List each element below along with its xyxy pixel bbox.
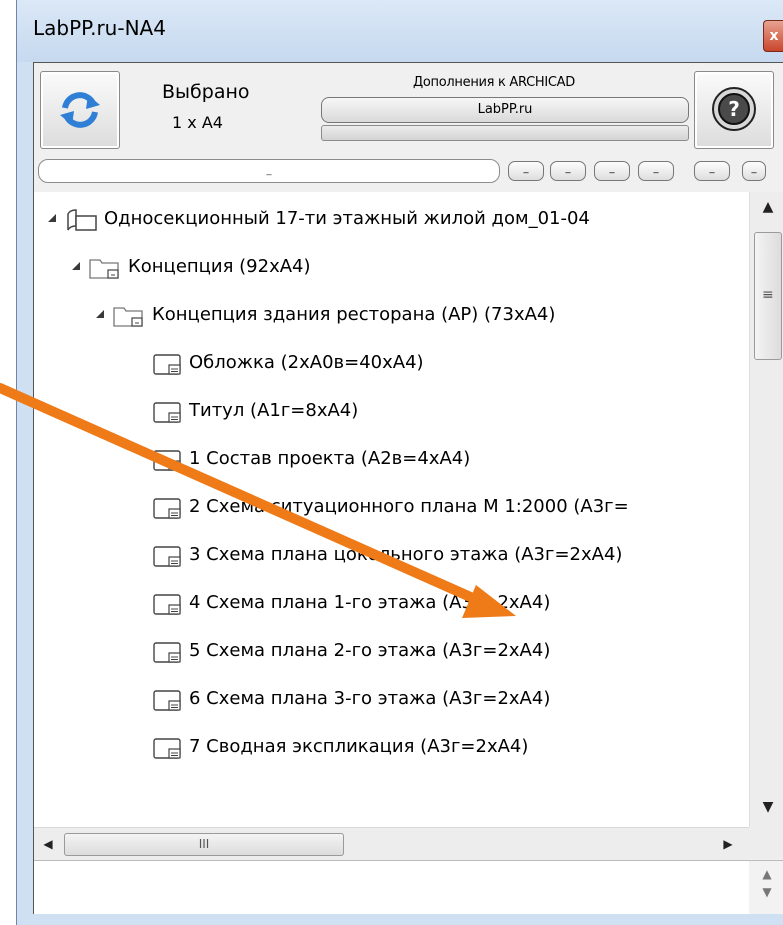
tree-row-layout[interactable]: 5 Схема плана 2-го этажа (A3г=2xA4) xyxy=(34,627,749,675)
close-button[interactable]: x xyxy=(763,20,783,52)
tree-row-layout[interactable]: Обложка (2xA0в=40xA4) xyxy=(34,339,749,387)
subset-folder-icon xyxy=(89,259,119,279)
tree-horizontal-scrollbar[interactable]: ◀ III ▶ xyxy=(34,827,749,860)
message-vertical-scrollbar[interactable]: ▲ ▼ xyxy=(749,861,783,914)
help-button[interactable]: ? xyxy=(694,71,774,149)
scroll-up-arrow-icon[interactable]: ▲ xyxy=(749,867,783,881)
title-bar[interactable]: LabPP.ru-NA4 x xyxy=(17,0,783,62)
layout-book-icon xyxy=(67,209,97,231)
toolbar: Выбрано 1 x A4 Дополнения к ARCHICAD Lab… xyxy=(34,63,783,191)
tree-item-label: Концепция (92xA4) xyxy=(128,256,311,277)
selected-label: Выбрано xyxy=(162,81,250,103)
addons-label: Дополнения к ARCHICAD xyxy=(413,75,575,90)
tree-item-label: Односекционный 17-ти этажный жилой дом_0… xyxy=(104,208,590,229)
message-area[interactable]: ▲ ▼ xyxy=(34,860,783,914)
horizontal-scroll-thumb[interactable]: III xyxy=(64,833,344,856)
svg-text:?: ? xyxy=(728,97,740,121)
tree-row-layout[interactable]: 2 Схема ситуационного плана М 1:2000 (A3… xyxy=(34,483,749,531)
tree-row-layout[interactable]: 1 Состав проекта (A2в=4xA4) xyxy=(34,435,749,483)
layout-sheet-icon xyxy=(153,498,181,519)
scroll-down-arrow-icon[interactable]: ▼ xyxy=(750,792,783,822)
layout-tree: Односекционный 17-ти этажный жилой дом_0… xyxy=(34,192,749,827)
expand-arrow-icon[interactable] xyxy=(96,310,104,318)
tree-item-label: Обложка (2xA0в=40xA4) xyxy=(189,352,424,373)
grip-icon: ≡ xyxy=(762,287,774,303)
scrollbar-corner xyxy=(749,827,783,859)
app-window: LabPP.ru-NA4 x Выбрано 1 x A4 Дополнения… xyxy=(16,0,783,925)
labpp-button[interactable]: LabPP.ru xyxy=(321,97,689,123)
layout-sheet-icon xyxy=(153,642,181,663)
tree-item-label: 5 Схема плана 2-го этажа (A3г=2xA4) xyxy=(189,640,551,661)
mini-button-4[interactable]: _ xyxy=(638,161,674,181)
vertical-scroll-thumb[interactable]: ≡ xyxy=(754,232,782,360)
refresh-icon xyxy=(60,92,100,128)
layout-sheet-icon xyxy=(153,738,181,759)
tree-row-layout[interactable]: 4 Схема плана 1-го этажа (A3г=2xA4) xyxy=(34,579,749,627)
layout-sheet-icon xyxy=(153,546,181,567)
tree-item-label: 1 Состав проекта (A2в=4xA4) xyxy=(189,448,471,469)
layout-sheet-icon xyxy=(153,450,181,471)
tree-row-layout[interactable]: 6 Схема плана 3-го этажа (A3г=2xA4) xyxy=(34,675,749,723)
expand-arrow-icon[interactable] xyxy=(72,262,80,270)
expand-arrow-icon[interactable] xyxy=(48,214,56,222)
path-field[interactable]: _ xyxy=(38,159,500,183)
tree-row-subset[interactable]: Концепция (92xA4) xyxy=(34,243,749,291)
layout-sheet-icon xyxy=(153,690,181,711)
mini-button-3[interactable]: _ xyxy=(594,161,630,181)
tree-item-label: Титул (A1г=8xA4) xyxy=(189,400,359,421)
palette-body: Выбрано 1 x A4 Дополнения к ARCHICAD Lab… xyxy=(33,62,783,914)
scroll-right-arrow-icon[interactable]: ▶ xyxy=(714,828,742,860)
scroll-up-arrow-icon[interactable]: ▲ xyxy=(750,192,783,222)
subset-folder-icon xyxy=(113,307,143,327)
tree-item-label: 7 Сводная экспликация (A3г=2xA4) xyxy=(189,736,529,757)
mini-button-5[interactable]: _ xyxy=(694,161,730,181)
layout-sheet-icon xyxy=(153,402,181,423)
mini-button-2[interactable]: _ xyxy=(550,161,586,181)
help-icon: ? xyxy=(712,87,756,131)
window-title: LabPP.ru-NA4 xyxy=(33,16,166,40)
tree-row-layout[interactable]: 3 Схема плана цокольного этажа (A3г=2xA4… xyxy=(34,531,749,579)
scroll-left-arrow-icon[interactable]: ◀ xyxy=(34,828,62,860)
layout-sheet-icon xyxy=(153,594,181,615)
tree-row-layout[interactable]: 7 Сводная экспликация (A3г=2xA4) xyxy=(34,723,749,771)
tree-item-label: 6 Схема плана 3-го этажа (A3г=2xA4) xyxy=(189,688,551,709)
tree-item-label: 3 Схема плана цокольного этажа (A3г=2xA4… xyxy=(189,544,623,565)
scroll-down-arrow-icon[interactable]: ▼ xyxy=(749,885,783,899)
layout-sheet-icon xyxy=(153,354,181,375)
tree-item-label: 2 Схема ситуационного плана М 1:2000 (A3… xyxy=(189,496,629,517)
progress-bar xyxy=(321,125,689,141)
tree-row-subset[interactable]: Концепция здания ресторана (АР) (73xA4) xyxy=(34,291,749,339)
tree-vertical-scrollbar[interactable]: ▲ ≡ ▼ xyxy=(749,192,783,827)
mini-button-1[interactable]: _ xyxy=(508,161,544,181)
tree-row-layout[interactable]: Титул (A1г=8xA4) xyxy=(34,387,749,435)
mini-button-6[interactable]: _ xyxy=(742,161,766,181)
tree-item-label: 4 Схема плана 1-го этажа (A3г=2xA4) xyxy=(189,592,551,613)
refresh-button[interactable] xyxy=(40,71,120,149)
tree-row-root[interactable]: Односекционный 17-ти этажный жилой дом_0… xyxy=(34,195,749,243)
selected-count: 1 x A4 xyxy=(172,113,223,132)
tree-item-label: Концепция здания ресторана (АР) (73xA4) xyxy=(152,304,556,325)
